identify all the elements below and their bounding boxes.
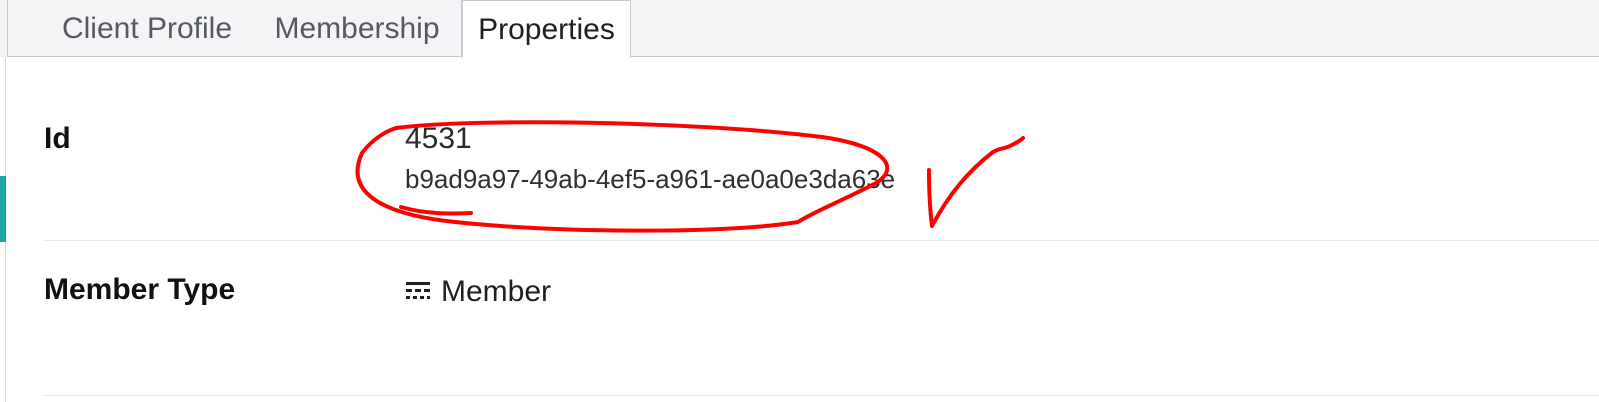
tab-bar: Client Profile Membership Properties (0, 0, 1599, 58)
property-row-id: Id 4531 b9ad9a97-49ab-4ef5-a961-ae0a0e3d… (44, 104, 1599, 241)
tab-membership[interactable]: Membership (253, 0, 462, 57)
property-label-id: Id (44, 122, 71, 155)
grid-member-icon (405, 280, 431, 304)
member-type-value: Member (405, 275, 551, 309)
property-row-member-type: Member Type Member (44, 241, 1599, 396)
tab-client-profile[interactable]: Client Profile (41, 0, 253, 57)
tab-bar-left-edge (0, 0, 8, 57)
property-value-id: 4531 (405, 122, 472, 155)
section-accent-marker (0, 176, 6, 242)
properties-panel: Client Profile Membership Properties Id … (0, 0, 1599, 402)
property-label-member-type: Member Type (44, 273, 236, 306)
tab-properties[interactable]: Properties (462, 0, 631, 58)
property-value-guid: b9ad9a97-49ab-4ef5-a961-ae0a0e3da63e (405, 164, 896, 194)
member-type-text: Member (441, 275, 552, 308)
